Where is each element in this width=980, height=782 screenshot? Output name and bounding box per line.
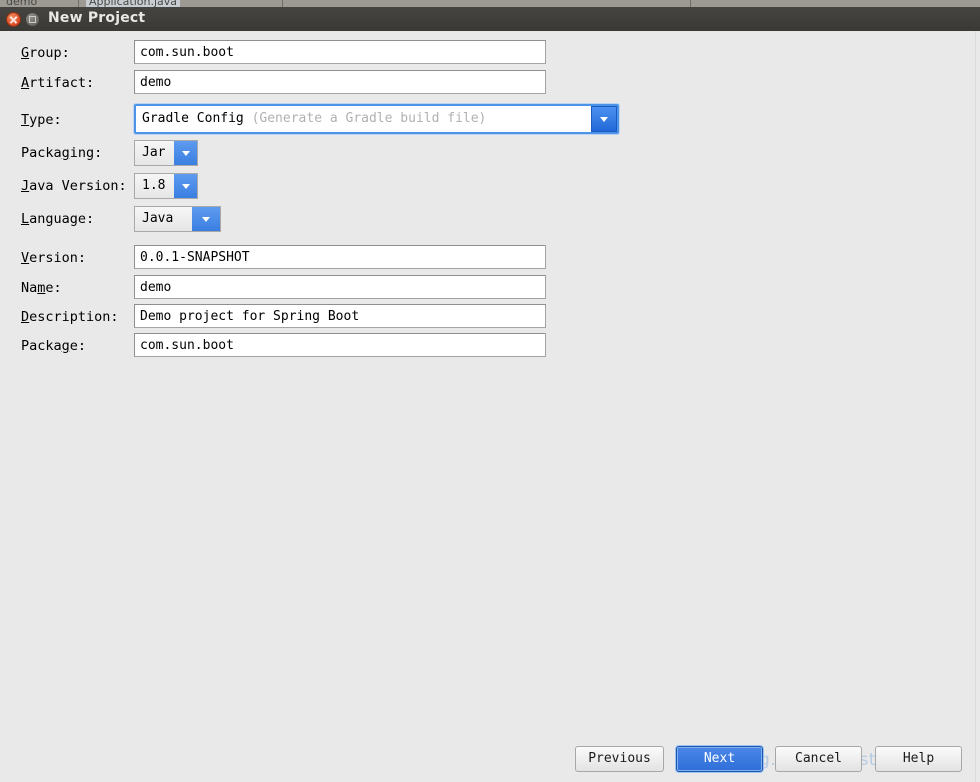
background-tab-application-java: Application.java	[86, 0, 181, 7]
name-input[interactable]	[134, 275, 546, 299]
type-label: Type:	[21, 112, 62, 128]
packaging-combobox[interactable]: Jar	[134, 140, 198, 166]
chevron-down-icon[interactable]	[174, 174, 197, 198]
packaging-label: Packaging:	[21, 145, 103, 161]
background-tab-demo: demo	[6, 0, 38, 7]
artifact-label: Artifact:	[21, 75, 95, 91]
description-label: Description:	[21, 309, 119, 325]
maximize-icon[interactable]	[25, 12, 40, 27]
chevron-down-icon[interactable]	[591, 106, 617, 132]
language-label: Language:	[21, 211, 95, 227]
description-input[interactable]	[134, 304, 546, 328]
group-input[interactable]	[134, 40, 546, 64]
cancel-button[interactable]: Cancel	[775, 746, 862, 772]
packaging-combobox-value: Jar	[142, 145, 166, 160]
version-input[interactable]	[134, 245, 546, 269]
dialog-right-edge	[975, 31, 976, 782]
version-label: Version:	[21, 250, 87, 266]
name-label: Name:	[21, 280, 62, 296]
close-icon[interactable]	[6, 12, 21, 27]
java-version-combobox[interactable]: 1.8	[134, 173, 198, 199]
background-window-strip: demo Application.java	[0, 0, 980, 7]
chevron-down-icon[interactable]	[174, 141, 197, 165]
language-combobox-value: Java	[142, 211, 174, 226]
group-label: Group:	[21, 45, 70, 61]
background-divider	[282, 0, 283, 7]
window-titlebar: New Project	[0, 7, 980, 32]
chevron-down-icon[interactable]	[192, 207, 220, 231]
type-combobox-hint: (Generate a Gradle build file)	[251, 111, 487, 126]
next-button[interactable]: Next	[676, 746, 763, 772]
window-title: New Project	[48, 10, 146, 26]
help-button[interactable]: Help	[875, 746, 962, 772]
artifact-input[interactable]	[134, 70, 546, 94]
previous-button[interactable]: Previous	[575, 746, 664, 772]
package-input[interactable]	[134, 333, 546, 357]
new-project-dialog: Group: Artifact: Type: Gradle Config (Ge…	[0, 31, 980, 782]
background-divider	[690, 0, 691, 7]
package-label: Package:	[21, 338, 87, 354]
java-version-label: Java Version:	[21, 178, 127, 194]
java-version-combobox-value: 1.8	[142, 178, 166, 193]
type-combobox-value: Gradle Config (Generate a Gradle build f…	[142, 111, 487, 126]
language-combobox[interactable]: Java	[134, 206, 221, 232]
background-divider	[78, 0, 79, 7]
type-combobox[interactable]: Gradle Config (Generate a Gradle build f…	[134, 104, 619, 134]
